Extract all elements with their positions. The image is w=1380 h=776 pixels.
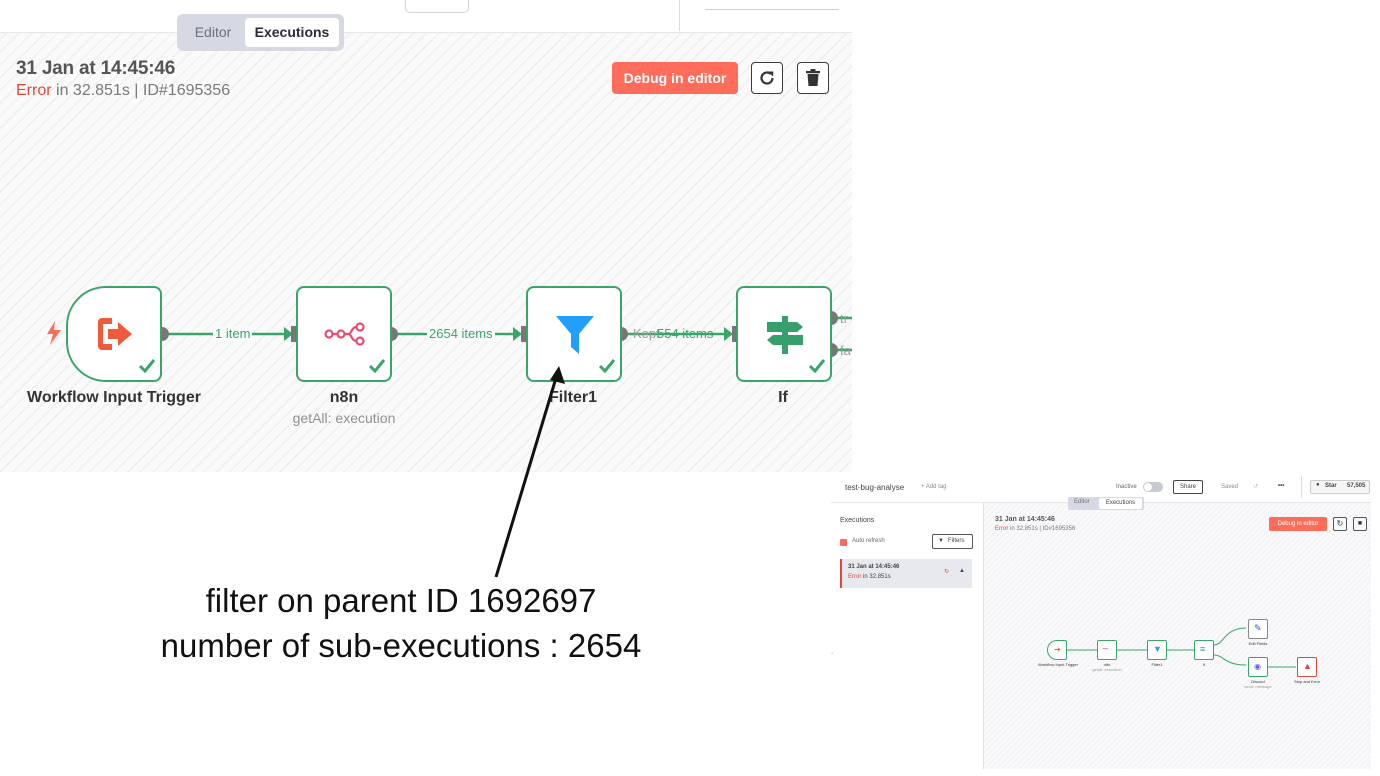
pencil-icon: ✎ [1254,623,1262,633]
discord-icon: ◉ [1254,662,1261,671]
github-star-button[interactable]: ● Star 57,505 [1310,480,1370,494]
thumb-node-label: Filter1 [1151,662,1163,667]
auto-refresh-checkbox[interactable] [840,539,847,546]
star-count: 57,505 [1347,483,1366,489]
add-tag-link[interactable]: + Add tag [921,484,947,490]
thumb-node-n8n[interactable]: ∼ [1097,640,1117,660]
signpost-icon: ≡ [1200,644,1206,654]
execution-list-item[interactable]: 31 Jan at 14:45:46 Error in 32.851s ↻ ▲ [840,559,972,588]
divider [1301,476,1302,498]
thumb-node-stop-error[interactable]: ▲ [1297,657,1317,677]
thumb-tab-executions[interactable]: Executions [1099,498,1142,509]
full-screenshot-thumbnail: test-bug-analyse + Add tag Inactive Shar… [831,473,1371,769]
sign-out-icon: ➔ [1054,645,1061,654]
github-icon: ● [1316,482,1320,488]
thumb-view-switcher: Editor Executions [1068,497,1144,510]
history-icon[interactable]: ↺ [1253,483,1258,490]
thumb-node-label: Workflow Input Trigger [1038,662,1078,667]
annotation-line-2: number of sub-executions : 2654 [160,627,642,664]
filters-button[interactable]: ▼ Filters [932,534,973,549]
funnel-icon: ▼ [1153,644,1162,654]
exec-item-summary: Error in 32.851s [848,574,891,580]
saved-label: Saved [1221,484,1239,490]
collapse-panel-icon[interactable]: › [831,651,833,657]
thumb-canvas: 31 Jan at 14:45:46 Error in 32.851s | ID… [983,503,1371,769]
thumb-tab-editor[interactable]: Editor [1074,499,1090,505]
share-button[interactable]: Share [1173,480,1203,494]
retry-icon[interactable]: ↻ [944,568,949,575]
thumb-node-sub: send: message [1244,684,1272,689]
thumb-node-label: Stop and Error [1293,679,1320,684]
thumb-node-label: If [1202,662,1206,667]
exec-item-time: 31 Jan at 14:45:46 [848,564,900,570]
executions-title: Executions [840,517,875,524]
star-label: Star [1325,483,1337,489]
filter-icon: ▼ [938,538,944,544]
n8n-logo-icon: ∼ [1102,644,1109,653]
warning-icon: ▲ [1303,661,1312,671]
thumb-node-discord[interactable]: ◉ [1248,657,1268,677]
exec-item-status: Error [848,574,862,580]
active-toggle[interactable] [1143,482,1163,492]
thumb-node-sub: getAll: execution [1092,667,1122,672]
thumb-node-if[interactable]: ≡ [1194,640,1214,660]
thumb-node-edit-fields[interactable]: ✎ [1248,619,1268,639]
thumb-node-filter[interactable]: ▼ [1147,640,1167,660]
thumb-connections [1067,627,1296,668]
thumb-node-label: Edit Fields [1248,641,1268,646]
filters-label: Filters [948,538,965,544]
flask-icon: ▲ [959,568,965,574]
workflow-name[interactable]: test-bug-analyse [845,483,904,492]
inactive-label: Inactive [1116,484,1137,490]
more-menu-button[interactable]: ••• [1278,483,1284,489]
auto-refresh-label: Auto refresh [852,538,885,544]
annotation-line-1: filter on parent ID 1692697 [205,582,597,619]
exec-item-duration: in 32.851s [863,574,891,580]
thumb-node-trigger[interactable]: ➔ [1047,640,1067,660]
